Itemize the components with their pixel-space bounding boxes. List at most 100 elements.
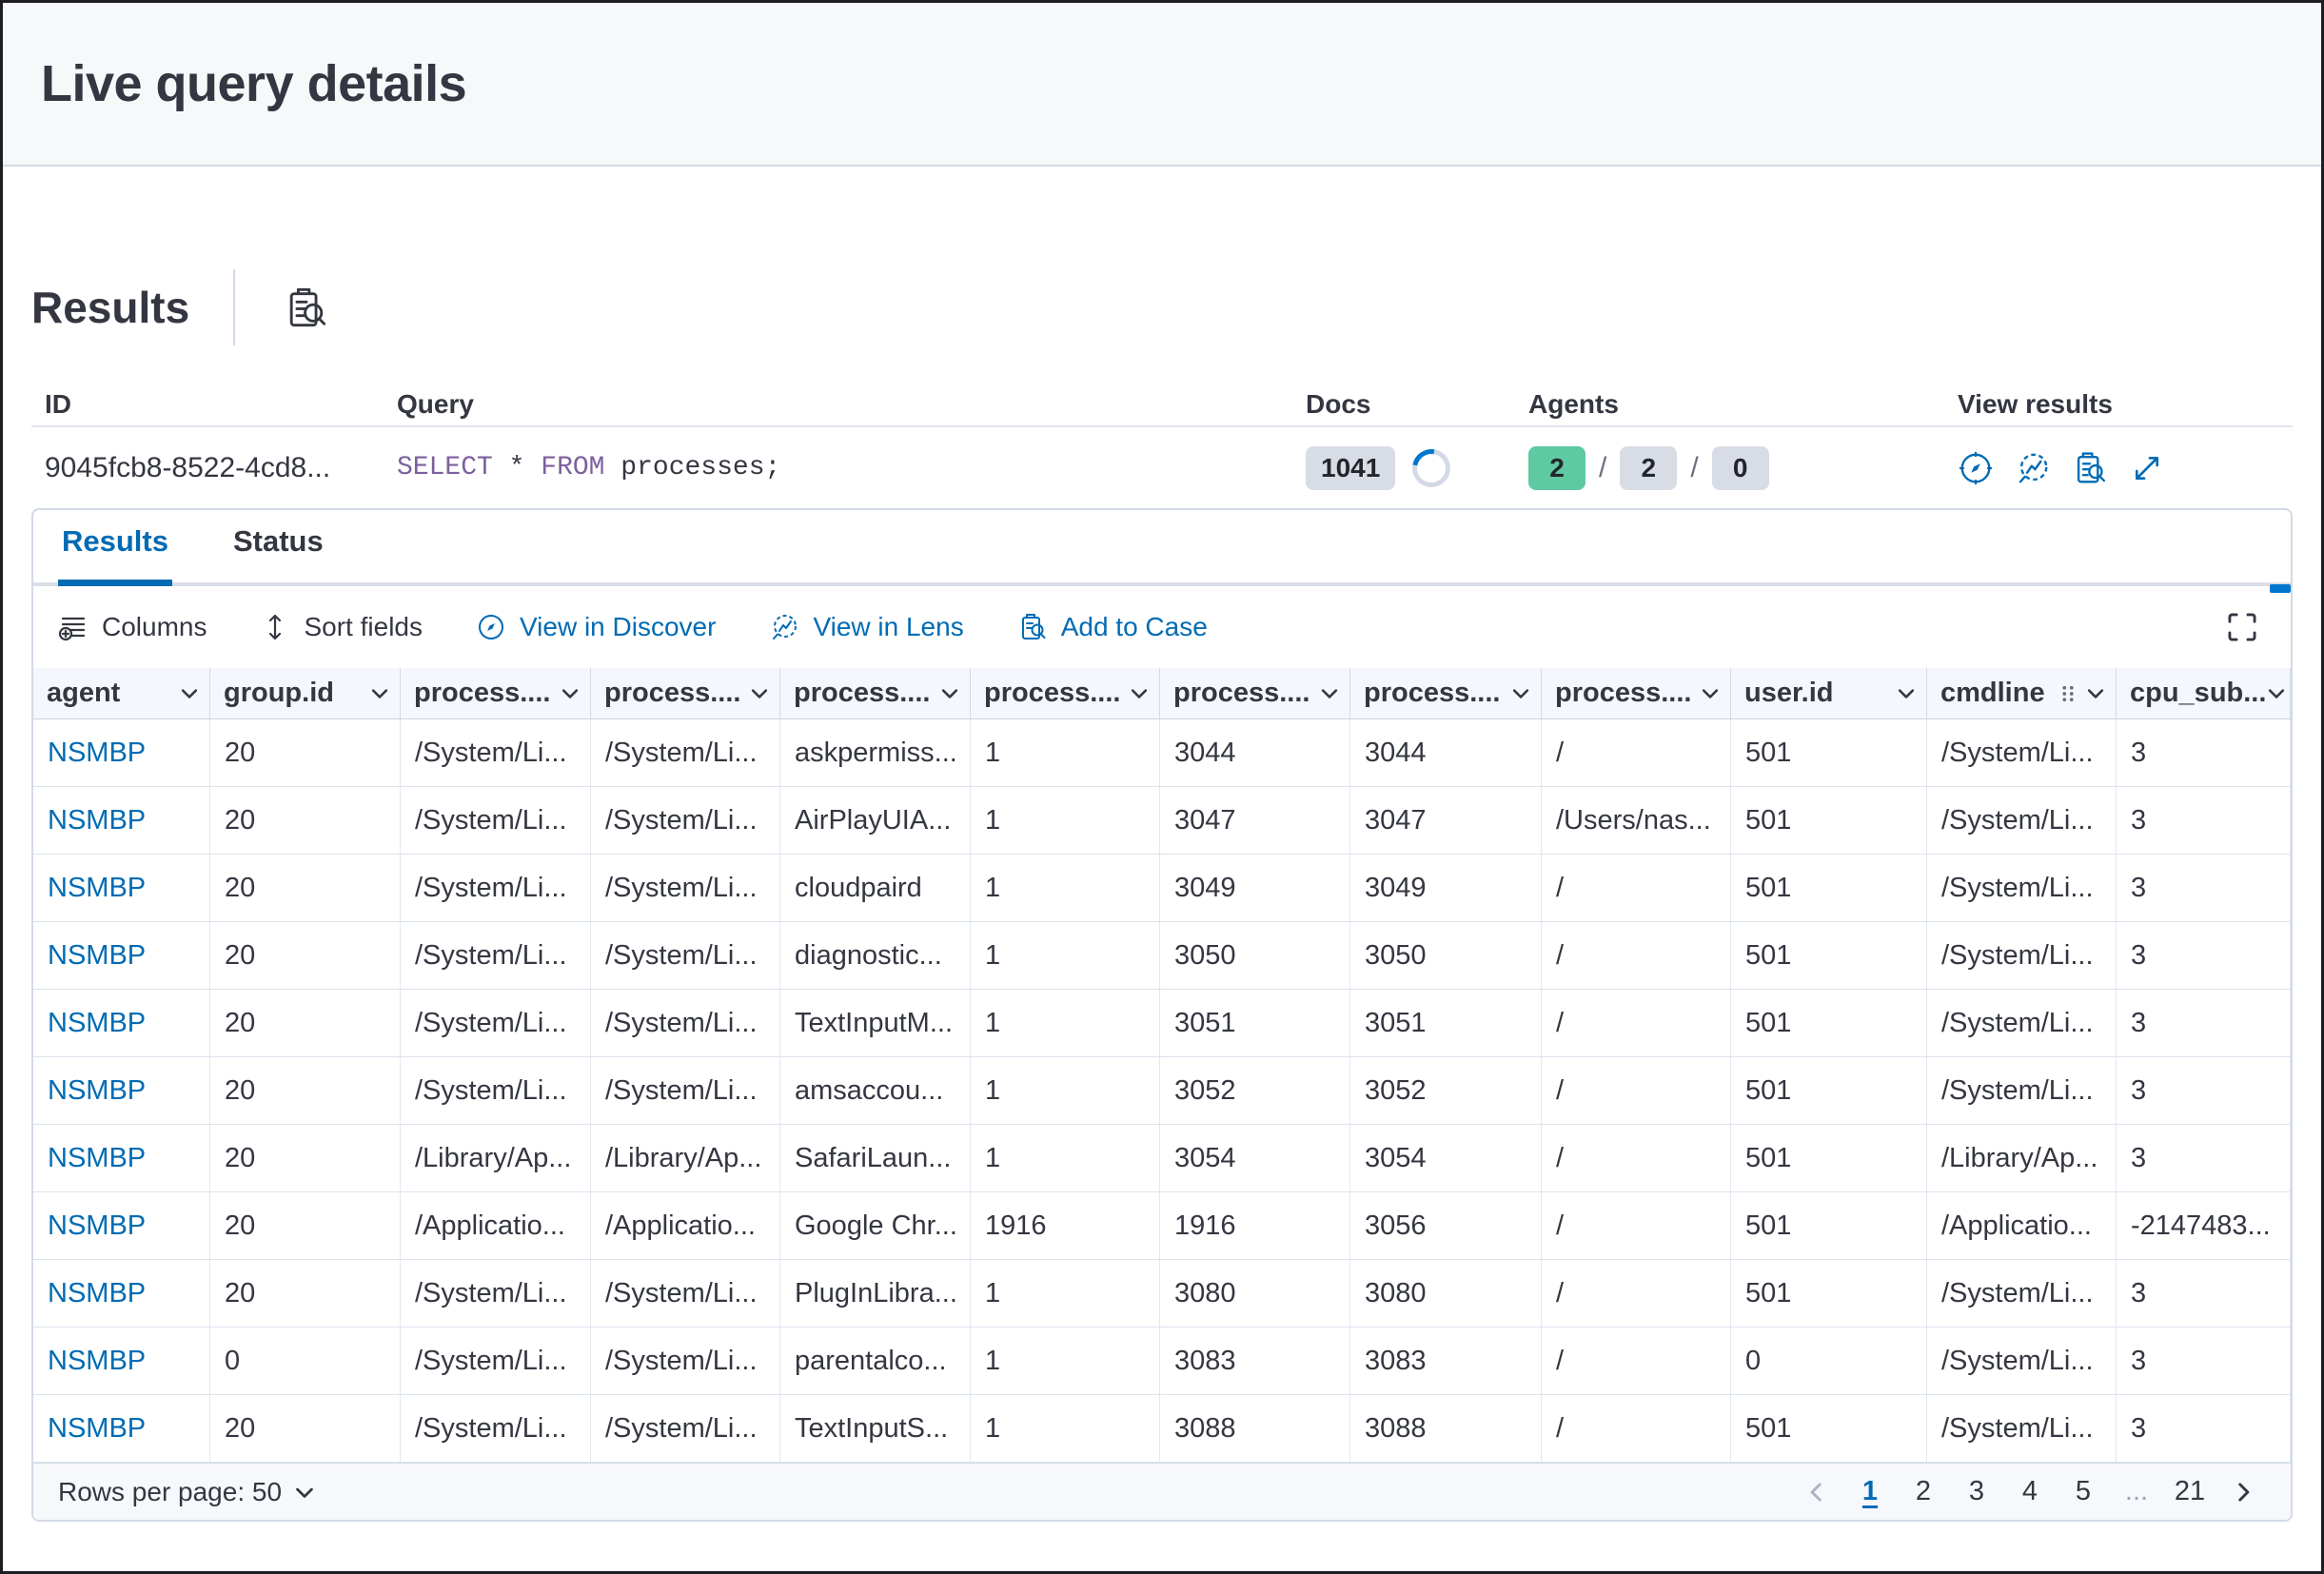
grid-column-header-userid[interactable]: user.id	[1731, 668, 1927, 718]
grid-cell: /Applicatio...	[591, 1192, 780, 1259]
pagination-page-21[interactable]: 21	[2167, 1469, 2213, 1515]
grid-column-header-process[interactable]: process....	[401, 668, 591, 718]
grid-cell: /	[1542, 922, 1731, 989]
grid-cell: /System/Li...	[401, 1057, 591, 1124]
grid-cell: 3	[2117, 1125, 2291, 1191]
grid-column-header-process[interactable]: process....	[780, 668, 971, 718]
grid-cell: 20	[210, 1260, 401, 1327]
grid-cell: 501	[1731, 1057, 1927, 1124]
summary-col-view-results: View results	[1944, 389, 2293, 420]
grid-cell: /System/Li...	[1927, 1057, 2117, 1124]
inspect-icon[interactable]	[285, 285, 328, 329]
grid-cell: -2147483...	[2117, 1192, 2291, 1259]
columns-button[interactable]: Columns	[58, 612, 207, 642]
grid-cell: 3051	[1350, 990, 1542, 1056]
grid-cell: /System/Li...	[591, 1260, 780, 1327]
view-in-lens-icon[interactable]	[2015, 450, 2051, 486]
agent-link-cell[interactable]: NSMBP	[33, 922, 210, 989]
pagination-next-icon[interactable]	[2220, 1469, 2266, 1515]
tab-status[interactable]: Status	[229, 524, 327, 586]
grid-cell: 3054	[1350, 1125, 1542, 1191]
pagination-page-1[interactable]: 1	[1847, 1469, 1893, 1515]
table-row: NSMBP20/System/Li.../System/Li...askperm…	[33, 719, 2291, 787]
agent-link-cell[interactable]: NSMBP	[33, 1260, 210, 1327]
grid-cell: /System/Li...	[591, 855, 780, 921]
add-to-case-label: Add to Case	[1061, 612, 1208, 642]
grid-cell: 20	[210, 990, 401, 1056]
grid-cell: 501	[1731, 787, 1927, 854]
agent-link-cell[interactable]: NSMBP	[33, 1395, 210, 1462]
grid-column-header-process[interactable]: process....	[591, 668, 780, 718]
grid-column-header-groupid[interactable]: group.id	[210, 668, 401, 718]
grid-cell: 3052	[1160, 1057, 1350, 1124]
agent-link-cell[interactable]: NSMBP	[33, 1057, 210, 1124]
grid-column-header-cmdline[interactable]: cmdline	[1927, 668, 2117, 718]
table-row: NSMBP0/System/Li.../System/Li...parental…	[33, 1328, 2291, 1395]
grid-column-header-cpu_sub[interactable]: cpu_sub...	[2117, 668, 2291, 718]
grid-header-row: agentgroup.idprocess....process....proce…	[33, 668, 2291, 719]
grid-cell: 1916	[971, 1192, 1160, 1259]
view-in-lens-button[interactable]: View in Lens	[769, 612, 963, 642]
grid-column-header-process[interactable]: process....	[1350, 668, 1542, 718]
view-in-discover-button[interactable]: View in Discover	[476, 612, 716, 642]
rows-per-page-button[interactable]: Rows per page: 50	[58, 1477, 316, 1507]
query-sql: SELECT * FROM processes;	[384, 427, 1292, 508]
loading-spinner	[1405, 442, 1458, 495]
grid-cell: 3047	[1160, 787, 1350, 854]
pagination-page-3[interactable]: 3	[1954, 1469, 1999, 1515]
view-in-discover-icon[interactable]	[1958, 450, 1994, 486]
tab-results[interactable]: Results	[58, 524, 172, 586]
summary-col-query: Query	[384, 389, 1292, 420]
agent-link-cell[interactable]: NSMBP	[33, 1192, 210, 1259]
grid-cell: TextInputM...	[780, 990, 971, 1056]
grid-cell: 20	[210, 1125, 401, 1191]
sort-fields-button[interactable]: Sort fields	[260, 612, 423, 642]
grid-column-header-process[interactable]: process....	[971, 668, 1160, 718]
agent-link-cell[interactable]: NSMBP	[33, 787, 210, 854]
docs-count-badge: 1041	[1306, 446, 1395, 490]
grid-cell: /System/Li...	[1927, 855, 2117, 921]
grid-cell: Google Chr...	[780, 1192, 971, 1259]
vertical-divider	[233, 269, 235, 345]
pagination-prev-icon[interactable]	[1794, 1469, 1840, 1515]
case-icon	[1017, 612, 1048, 642]
agent-link-cell[interactable]: NSMBP	[33, 719, 210, 786]
live-query-details-page: Live query details Results ID Query	[0, 0, 2324, 1574]
grid-cell: /System/Li...	[591, 719, 780, 786]
grid-cell: /Applicatio...	[401, 1192, 591, 1259]
add-to-case-button[interactable]: Add to Case	[1017, 612, 1208, 642]
grid-body: NSMBP20/System/Li.../System/Li...askperm…	[33, 719, 2291, 1463]
pagination-page-5[interactable]: 5	[2060, 1469, 2106, 1515]
grid-cell: 3	[2117, 787, 2291, 854]
grid-column-header-agent[interactable]: agent	[33, 668, 210, 718]
grid-cell: /System/Li...	[591, 1395, 780, 1462]
grid-cell: 3050	[1350, 922, 1542, 989]
agent-link-cell[interactable]: NSMBP	[33, 990, 210, 1056]
summary-data-row: 9045fcb8-8522-4cd8... SELECT * FROM proc…	[31, 427, 2293, 508]
grid-cell: 20	[210, 1057, 401, 1124]
grid-cell: /	[1542, 1328, 1731, 1394]
table-row: NSMBP20/System/Li.../System/Li...TextInp…	[33, 990, 2291, 1057]
agent-link-cell[interactable]: NSMBP	[33, 1328, 210, 1394]
grid-cell: /System/Li...	[1927, 787, 2117, 854]
grid-cell: PlugInLibra...	[780, 1260, 971, 1327]
page-header: Live query details	[3, 3, 2321, 167]
grid-cell: /System/Li...	[591, 990, 780, 1056]
grid-cell: /System/Li...	[1927, 1328, 2117, 1394]
pagination-page-4[interactable]: 4	[2007, 1469, 2053, 1515]
docs-cell: 1041	[1292, 427, 1515, 508]
grid-cell: /System/Li...	[401, 1395, 591, 1462]
column-label: process....	[1173, 678, 1310, 709]
grid-column-header-process[interactable]: process....	[1542, 668, 1731, 718]
inspect-results-icon[interactable]	[2072, 450, 2108, 486]
table-row: NSMBP20/Library/Ap.../Library/Ap...Safar…	[33, 1125, 2291, 1192]
pagination-page-2[interactable]: 2	[1901, 1469, 1946, 1515]
grid-column-header-process[interactable]: process....	[1160, 668, 1350, 718]
agent-link-cell[interactable]: NSMBP	[33, 855, 210, 921]
agents-cell: 2 / 2 / 0	[1515, 427, 1944, 508]
grid-cell: SafariLaun...	[780, 1125, 971, 1191]
agent-link-cell[interactable]: NSMBP	[33, 1125, 210, 1191]
open-full-results-icon[interactable]	[2129, 450, 2165, 486]
fullscreen-icon[interactable]	[2224, 609, 2260, 645]
horizontal-scrollbar-thumb[interactable]	[2270, 584, 2291, 593]
